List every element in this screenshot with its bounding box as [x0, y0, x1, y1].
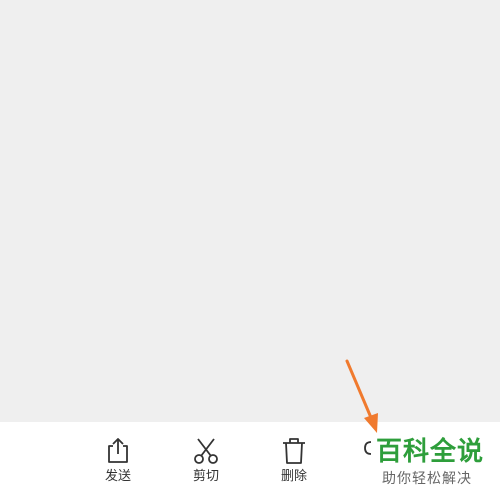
- send-label: 发送: [104, 469, 131, 484]
- cut-label: 剪切: [192, 469, 219, 484]
- watermark-title: 百科全说: [376, 437, 485, 467]
- trash-icon: [279, 436, 309, 466]
- cut-button[interactable]: 剪切: [176, 422, 236, 500]
- content-area: [0, 0, 500, 422]
- delete-label: 删除: [280, 469, 307, 484]
- send-button[interactable]: 发送: [88, 422, 148, 500]
- scissors-icon: [191, 436, 221, 466]
- watermark-subtitle: 助你轻松解决: [382, 471, 472, 487]
- share-upload-icon: [103, 436, 133, 466]
- watermark: 百科全说 助你轻松解决: [370, 436, 498, 498]
- delete-button[interactable]: 删除: [264, 422, 324, 500]
